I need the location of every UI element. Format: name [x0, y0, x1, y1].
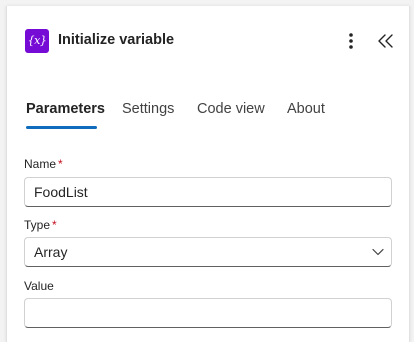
- more-vertical-icon: [349, 33, 353, 49]
- type-dropdown-value: Array: [34, 244, 68, 260]
- action-title[interactable]: Initialize variable: [58, 32, 174, 48]
- active-tab-indicator: [26, 126, 97, 129]
- double-chevron-left-icon: [378, 34, 393, 48]
- required-mark: *: [58, 157, 63, 171]
- chevron-down-icon: [372, 248, 384, 256]
- tab-settings[interactable]: Settings: [122, 101, 174, 117]
- tab-code-view[interactable]: Code view: [197, 101, 265, 117]
- value-label-text: Value: [24, 279, 54, 293]
- collapse-panel-button[interactable]: [375, 30, 397, 52]
- panel-header: {x} Initialize variable: [7, 6, 409, 76]
- action-details-panel: {x} Initialize variable Parameters Setti…: [6, 6, 410, 342]
- name-input[interactable]: FoodList: [24, 177, 392, 207]
- name-input-value: FoodList: [34, 184, 88, 200]
- value-input[interactable]: [24, 298, 392, 328]
- required-mark: *: [52, 218, 57, 232]
- tab-list: Parameters Settings Code view About: [7, 91, 409, 137]
- type-label: Type *: [24, 218, 57, 232]
- value-label: Value: [24, 279, 54, 293]
- type-label-text: Type: [24, 218, 51, 232]
- type-dropdown[interactable]: Array: [24, 237, 392, 267]
- tab-about[interactable]: About: [287, 101, 325, 117]
- more-options-button[interactable]: [341, 30, 361, 52]
- variable-icon: {x}: [25, 29, 49, 53]
- tab-parameters[interactable]: Parameters: [26, 101, 105, 117]
- name-label-text: Name: [24, 157, 57, 171]
- name-label: Name *: [24, 157, 63, 171]
